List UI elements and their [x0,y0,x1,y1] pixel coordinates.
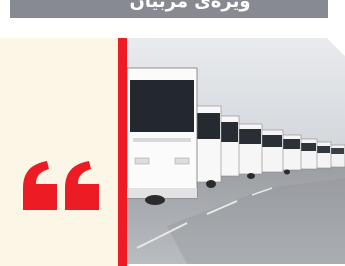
page-corner [327,38,345,56]
accent-bar [118,38,127,266]
bus-fleet-photo [127,38,345,264]
banner-title: ویژه‌ی مربیان [129,0,251,12]
quote-mark-icon [23,161,99,210]
quote-panel [0,38,118,266]
top-banner: ویژه‌ی مربیان [10,0,328,18]
